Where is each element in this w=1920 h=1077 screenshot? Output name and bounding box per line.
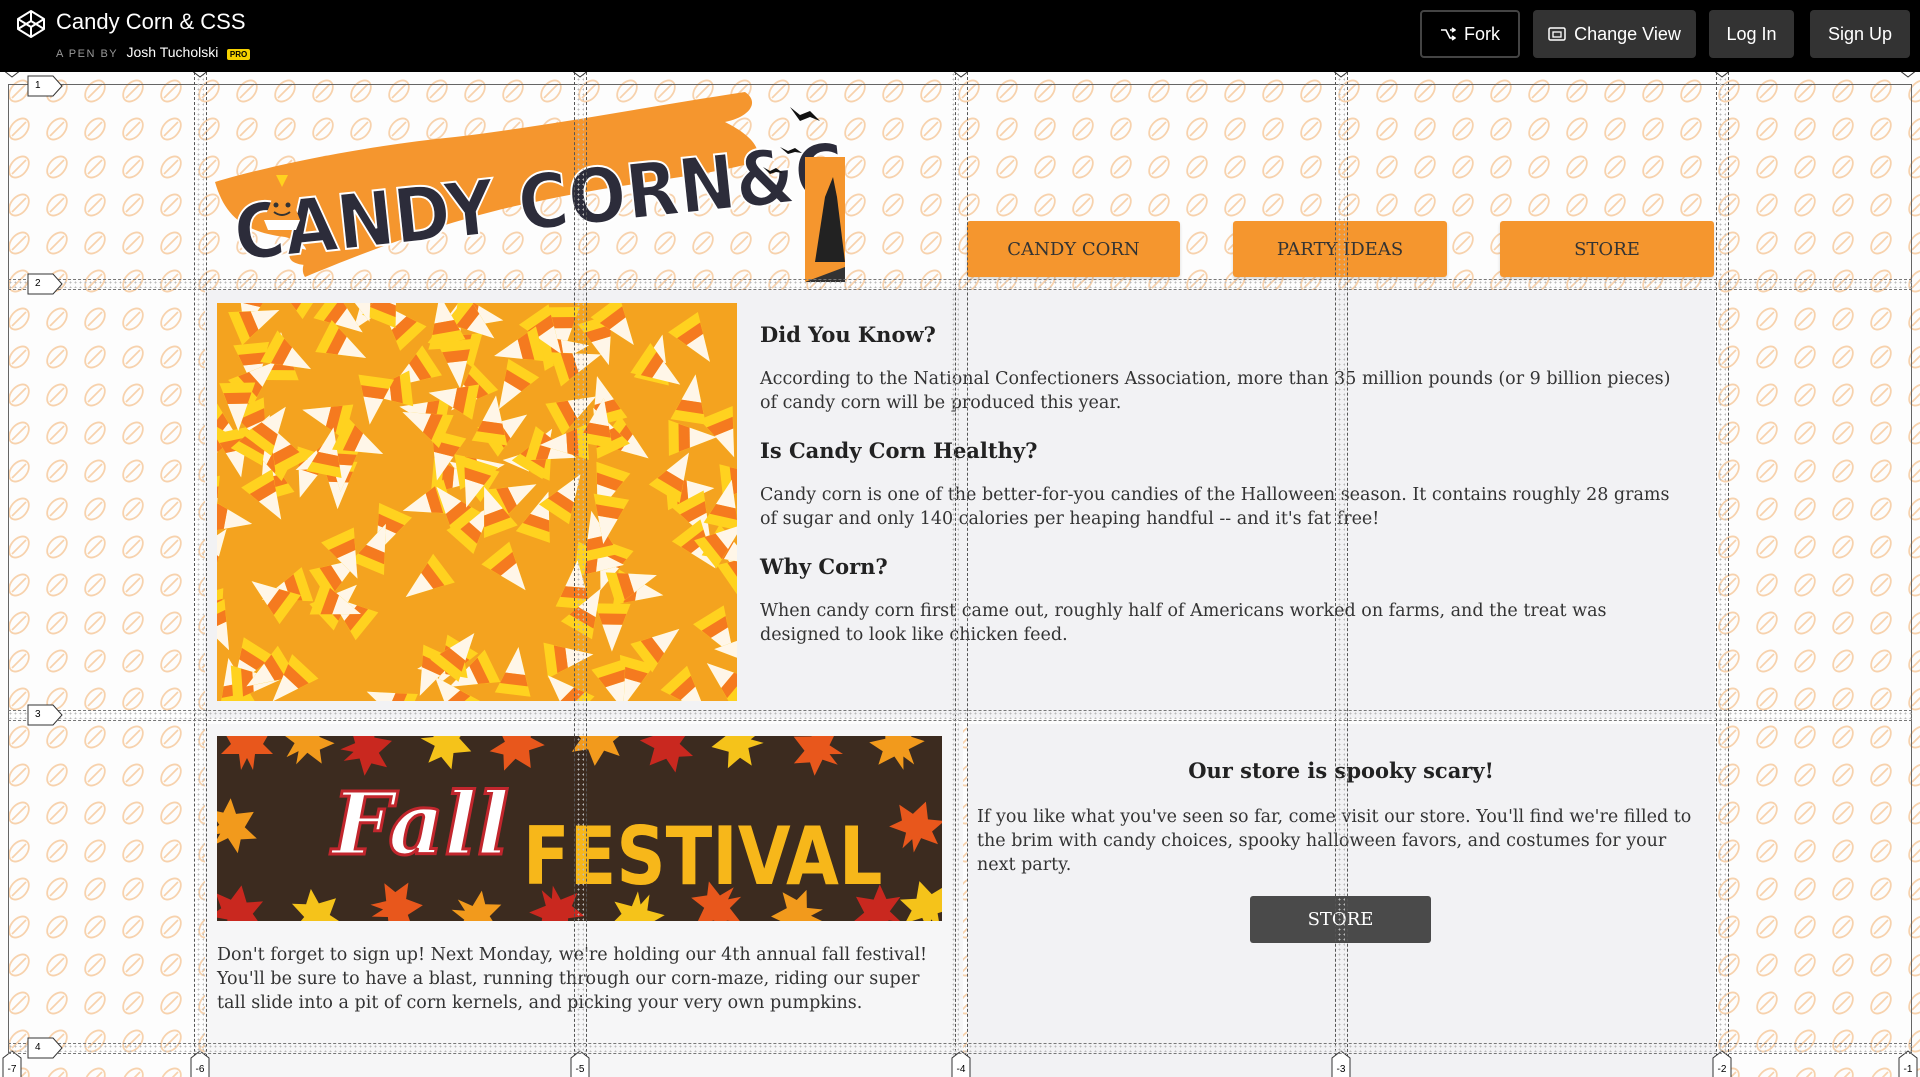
grid-column-marker-top: 1 [2, 72, 22, 78]
candy-kernel [543, 642, 594, 679]
login-button[interactable]: Log In [1709, 10, 1794, 58]
candy-kernel [693, 605, 734, 656]
candy-kernel [358, 374, 395, 425]
fact-body-3: When candy corn first came out, roughly … [760, 601, 1607, 645]
pen-byline: A PEN BY Josh Tucholski PRO [56, 44, 251, 60]
fact-body-2: Candy corn is one of the better-for-you … [760, 485, 1670, 529]
candy-kernel [217, 599, 230, 651]
grid-row-marker: 3 [27, 704, 63, 726]
change-view-label: Change View [1574, 23, 1681, 44]
grid-column-line [967, 72, 968, 1077]
candy-kernel [494, 646, 531, 697]
grid-column-line [1728, 72, 1729, 1077]
grid-gap-band [576, 72, 584, 1077]
grid-row-line [8, 720, 1912, 721]
change-view-button[interactable]: Change View [1533, 10, 1696, 58]
grid-column-marker-bottom: -1 [1898, 1050, 1918, 1077]
grid-gap-band [8, 1044, 1912, 1052]
grid-column-line [1716, 72, 1717, 1077]
grid-column-marker-top: 6 [1712, 72, 1732, 78]
fact-heading-2: Is Candy Corn Healthy? [760, 438, 1038, 463]
candy-kernel [241, 469, 282, 520]
pro-badge: PRO [226, 48, 251, 60]
author-link[interactable]: Josh Tucholski [127, 44, 219, 60]
candy-kernel [660, 665, 707, 701]
grid-column-marker-top: 4 [951, 72, 971, 78]
codepen-header: Candy Corn & CSS A PEN BY Josh Tucholski… [0, 0, 1920, 72]
grid-column-marker-bottom: -3 [1331, 1050, 1351, 1077]
fork-button[interactable]: Fork [1420, 10, 1520, 58]
grid-row-marker: 2 [27, 273, 63, 295]
byline-prefix: A PEN BY [56, 48, 118, 60]
grid-column-marker-top: 5 [1331, 72, 1351, 78]
grid-column-line [1347, 72, 1348, 1077]
candy-corn-photo [217, 303, 737, 701]
grid-gap-band [8, 280, 1912, 288]
grid-column-marker-top: 3 [570, 72, 590, 78]
grid-row-line [8, 1043, 1912, 1044]
row-number: 3 [35, 709, 41, 720]
candy-kernel [706, 663, 737, 701]
grid-row-marker: 4 [27, 1037, 63, 1059]
signup-button[interactable]: Sign Up [1810, 10, 1910, 58]
candy-kernel [405, 553, 455, 598]
row-number: 4 [35, 1042, 41, 1053]
fact-heading-1: Did You Know? [760, 322, 936, 347]
grid-column-line [194, 72, 195, 1077]
candy-kernel [594, 603, 631, 652]
grid-column-line [1335, 72, 1336, 1077]
grid-row-line [8, 1053, 1912, 1054]
grid-row-marker: 1 [27, 75, 63, 97]
grid-column-line [574, 72, 575, 1077]
grid-column-line [955, 72, 956, 1077]
view-icon [1548, 27, 1566, 41]
grid-column-marker-top: 7 [1898, 72, 1918, 78]
fork-icon [1441, 27, 1456, 41]
fact-heading-3: Why Corn? [760, 554, 888, 579]
facts-text: Did You Know? According to the National … [760, 322, 1680, 670]
witch-house-icon [805, 157, 845, 282]
fact-body-1: According to the National Confectioners … [760, 369, 1671, 413]
grid-column-marker-bottom: -4 [951, 1050, 971, 1077]
grid-gap-band [8, 711, 1912, 719]
festival-text: Don't forget to sign up! Next Monday, we… [217, 945, 928, 1013]
nav-button-store[interactable]: STORE [1500, 221, 1714, 277]
banner-word-fall: Fall [329, 774, 509, 875]
grid-column-marker-bottom: -2 [1712, 1050, 1732, 1077]
grid-column-marker-bottom: -7 [2, 1050, 22, 1077]
grid-column-line [206, 72, 207, 1077]
nav-button-candy-corn[interactable]: CANDY CORN [967, 221, 1180, 277]
pen-title: Candy Corn & CSS [56, 9, 246, 34]
candy-kernel [315, 320, 367, 358]
pen-preview: CANDY CORN&CSS CANDY CORN PARTY IDEAS ST… [0, 72, 1920, 1077]
grid-column-line [586, 72, 587, 1077]
grid-row-line [8, 710, 1912, 711]
candy-kernel [366, 691, 418, 701]
grid-row-line [8, 289, 1912, 290]
grid-gap-band [1718, 72, 1726, 1077]
candy-corn-logo[interactable]: CANDY CORN&CSS [205, 87, 845, 287]
fork-label: Fork [1464, 23, 1500, 44]
candy-kernel [668, 312, 710, 362]
grid-column-marker-bottom: -6 [190, 1050, 210, 1077]
grid-row-line [8, 279, 1912, 280]
codepen-logo-icon[interactable] [16, 9, 46, 39]
grid-gap-band [196, 72, 204, 1077]
row-number: 2 [35, 278, 41, 289]
candy-kernel [481, 541, 526, 591]
grid-column-marker-top: 2 [190, 72, 210, 78]
candy-kernel [703, 479, 737, 531]
grid-column-marker-bottom: -5 [570, 1050, 590, 1077]
row-number: 1 [35, 80, 41, 91]
grid-gap-band [1337, 72, 1345, 1077]
